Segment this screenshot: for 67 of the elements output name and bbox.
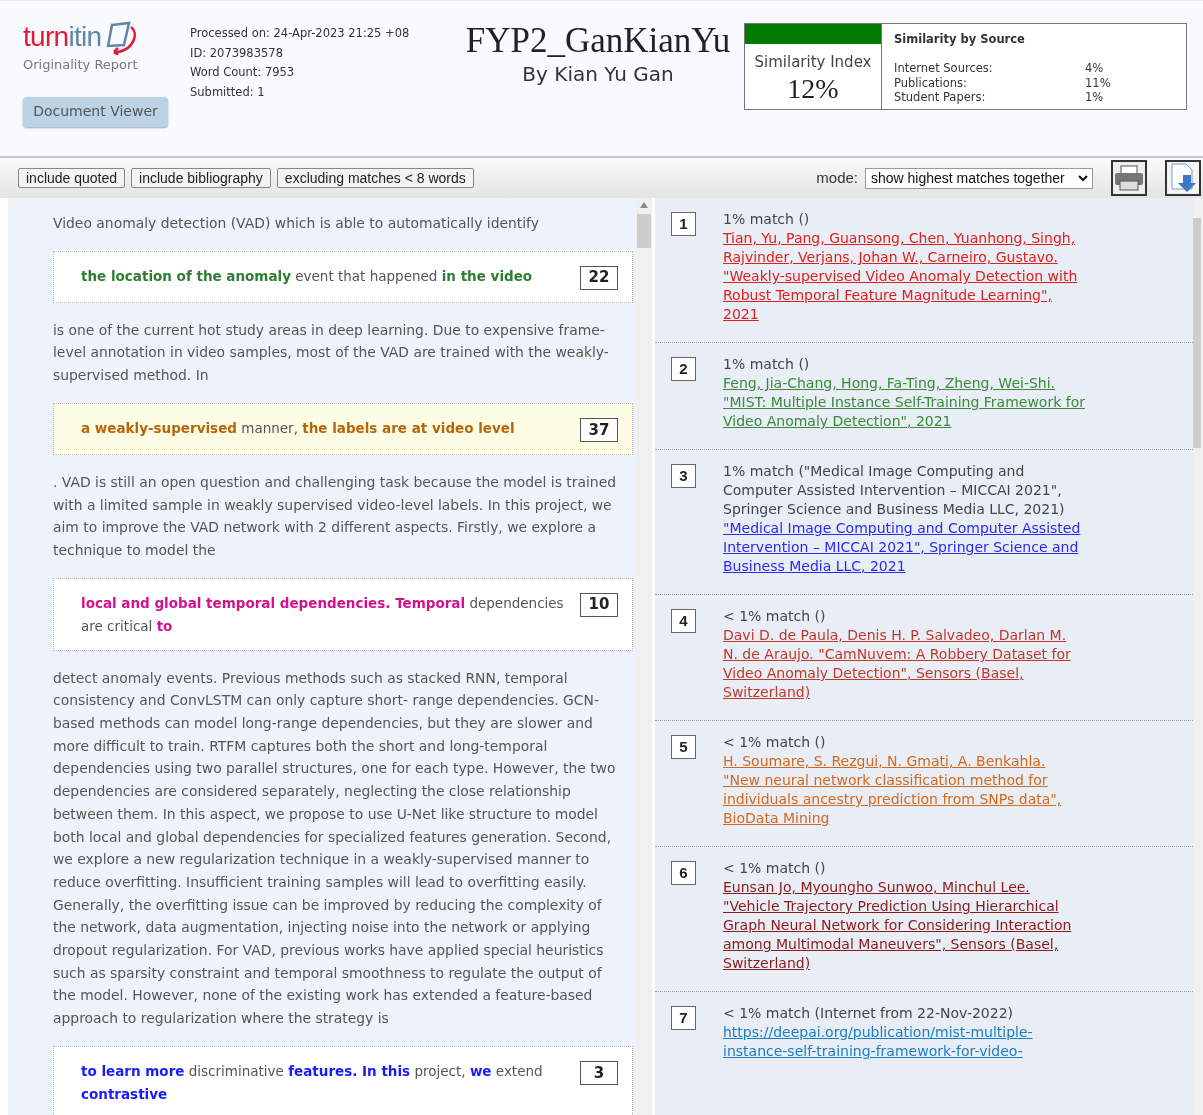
report-subtitle: Originality Report [23,56,139,74]
scrollbar-thumb[interactable] [637,214,651,248]
match-number[interactable]: 1 [671,212,696,236]
match-label: < 1% match () [723,733,827,752]
match-number[interactable]: 10 [580,592,618,617]
matched-text: to learn more discriminative features. In this project, we extend contrastive [81,1061,544,1104]
download-button[interactable] [1165,160,1201,196]
report-info: Word Count: 7953 [190,64,296,81]
match-block[interactable]: to learn more discriminative features. In this project, we extend contrastive 3 [53,1045,633,1115]
match-block[interactable]: local and global temporal dependencies. Temporal dependencies are critical to 10 [53,577,633,651]
print-button[interactable] [1111,160,1147,196]
source-link[interactable]: https://deepai.org/publication/mist-multiple-instance-self-training-framework-for-video- [723,1023,1085,1061]
report-info: Submitted: 1 [190,83,266,101]
similarity-index-value: 12% [786,73,840,104]
matched-text: the location of the anomaly event that happened in the video [81,266,534,286]
source-value: 11% [1085,75,1111,91]
scrollbar-thumb[interactable] [1193,218,1201,448]
report-info: ID: 2073983578 [190,44,284,62]
match-label: 1% match () [723,355,811,374]
match-block[interactable]: the location of the anomaly event that happened in the video 22 [53,250,633,303]
similarity-index-label: Similarity Index [753,52,873,73]
source-link[interactable]: Eunsan Jo, Myoungho Sunwoo, Minchul Lee. "Vehicle Trajectory Prediction Using Hierarchical Graph Neural Network for Considering Interaction among Multimodal Maneuvers", Sensors (Basel, Switzerland) [723,878,1085,973]
source-link[interactable]: Davi D. de Paula, Denis H. P. Salvadeo, Darlan M. N. de Araujo. "CamNuvem: A Robbery Dataset for Video Anomaly Detection", Sensors (Basel, Switzerland) [723,626,1085,702]
match-number[interactable]: 3 [671,464,696,488]
source-link[interactable]: Feng, Jia-Chang, Hong, Fa-Ting, Zheng, Wei-Shi. "MIST: Multiple Instance Self-Training Framework for Video Anomaly Detection", 2021 [723,374,1085,431]
download-icon [1169,163,1197,193]
logo-wordmark: turnitin [23,23,102,51]
filter-button[interactable]: excluding matches < 8 words [276,168,474,188]
match-number[interactable]: 3 [580,1060,618,1085]
match-number[interactable]: 37 [580,417,618,442]
match-number[interactable]: 22 [580,265,618,290]
match-number[interactable]: 6 [671,861,696,885]
author-name: By Kian Yu Gan [522,61,674,87]
filter-button[interactable]: include quoted [18,168,126,188]
mode-dropdown[interactable]: show highest matches together [865,167,1093,189]
source-link[interactable]: "Medical Image Computing and Computer Assisted Intervention – MICCAI 2021", Springer Science and Business Media LLC, 2021 [723,519,1085,576]
mode-label: mode: [816,167,858,188]
report-info: Processed on: 24-Apr-2023 21:25 +08 [190,25,411,42]
printer-icon [1114,165,1144,191]
matched-text: local and global temporal dependencies. Temporal dependencies are critical to [81,593,565,636]
source-label: Internet Sources: [894,61,994,76]
match-block[interactable]: a weakly-supervised manner, the labels are at video level 37 [53,402,633,455]
match-number[interactable]: 2 [671,357,696,381]
match-label: 1% match () [723,210,811,229]
document-paragraph: is one of the current hot study areas in deep learning. Due to expensive frame-level annotation in video samples, most of the VAD are trained with the weakly-supervised method. In [53,320,610,386]
section-heading: Similarity by Source [894,31,1026,48]
match-number[interactable]: 4 [671,609,696,633]
source-label: Student Papers: [894,90,987,105]
document-viewer-button[interactable]: Document Viewer [23,96,168,127]
matched-text: a weakly-supervised manner, the labels are at video level [81,418,516,438]
match-label: 1% match ("Medical Image Computing and Computer Assisted Intervention – MICCAI 2021", Springer Science and Business Media LLC, 2021) [723,462,1066,519]
match-number[interactable]: 7 [671,1006,696,1030]
source-value: 1% [1085,90,1104,105]
document-paragraph: . VAD is still an open question and challenging task because the model is trained with a limited sample in weakly supervised video-level labels. In this project, we aim to improve the VAD network with 2 different aspects. Firstly, we explore a technique to model the [53,472,618,560]
scroll-up-icon[interactable] [640,202,648,208]
document-paragraph: Video anomaly detection (VAD) which is able to automatically identify [53,214,540,233]
match-label: < 1% match (Internet from 22-Nov-2022) [723,1004,1015,1023]
match-label: < 1% match () [723,859,827,878]
source-value: 4% [1085,61,1104,76]
filter-button[interactable]: include bibliography [131,168,271,188]
match-number[interactable]: 5 [671,735,696,759]
chevron-down-icon [1078,174,1088,182]
source-link[interactable]: Tian, Yu, Pang, Guansong, Chen, Yuanhong, Singh, Rajvinder, Verjans, Johan W., Carneiro, Gustavo. "Weakly-supervised Video Anomaly Detection with Robust Temporal Feature Magnitude Learning", 2021 [723,229,1085,324]
match-label: < 1% match () [723,607,827,626]
document-title: FYP2_GanKianYu [465,21,731,61]
source-label: Publications: [894,75,968,91]
document-paragraph: detect anomaly events. Previous methods such as stacked RNN, temporal consistency and ConvLSTM can only capture short- range dependencies. GCN-based methods can model long-range dependencies, but they are slower and more difficult to train. RTFM captures both the short and long-temporal dependencies using two parallel structures, one for each type. However, the two dependencies are considered separately, neglecting the close relationship between them. In this aspect, we propose to use U-Net like structure to model both local and global dependencies for specialized features generation. Second, we explore a new regularization technique in a weakly-supervised manner to reduce overfitting. Insufficient training samples will lead to overfitting easily. Generally, the overfitting issue can be improved by reducing the complexity of the network, data augmentation, injecting noise into the network or applying dropout regularization. For VAD, previous works have applied special heuristics such as sparsity constraint and temporal smoothness to regulate the output of the model. However, none of the existing work has extended a feature-based approach to regularization where the strategy is [53,668,617,1029]
